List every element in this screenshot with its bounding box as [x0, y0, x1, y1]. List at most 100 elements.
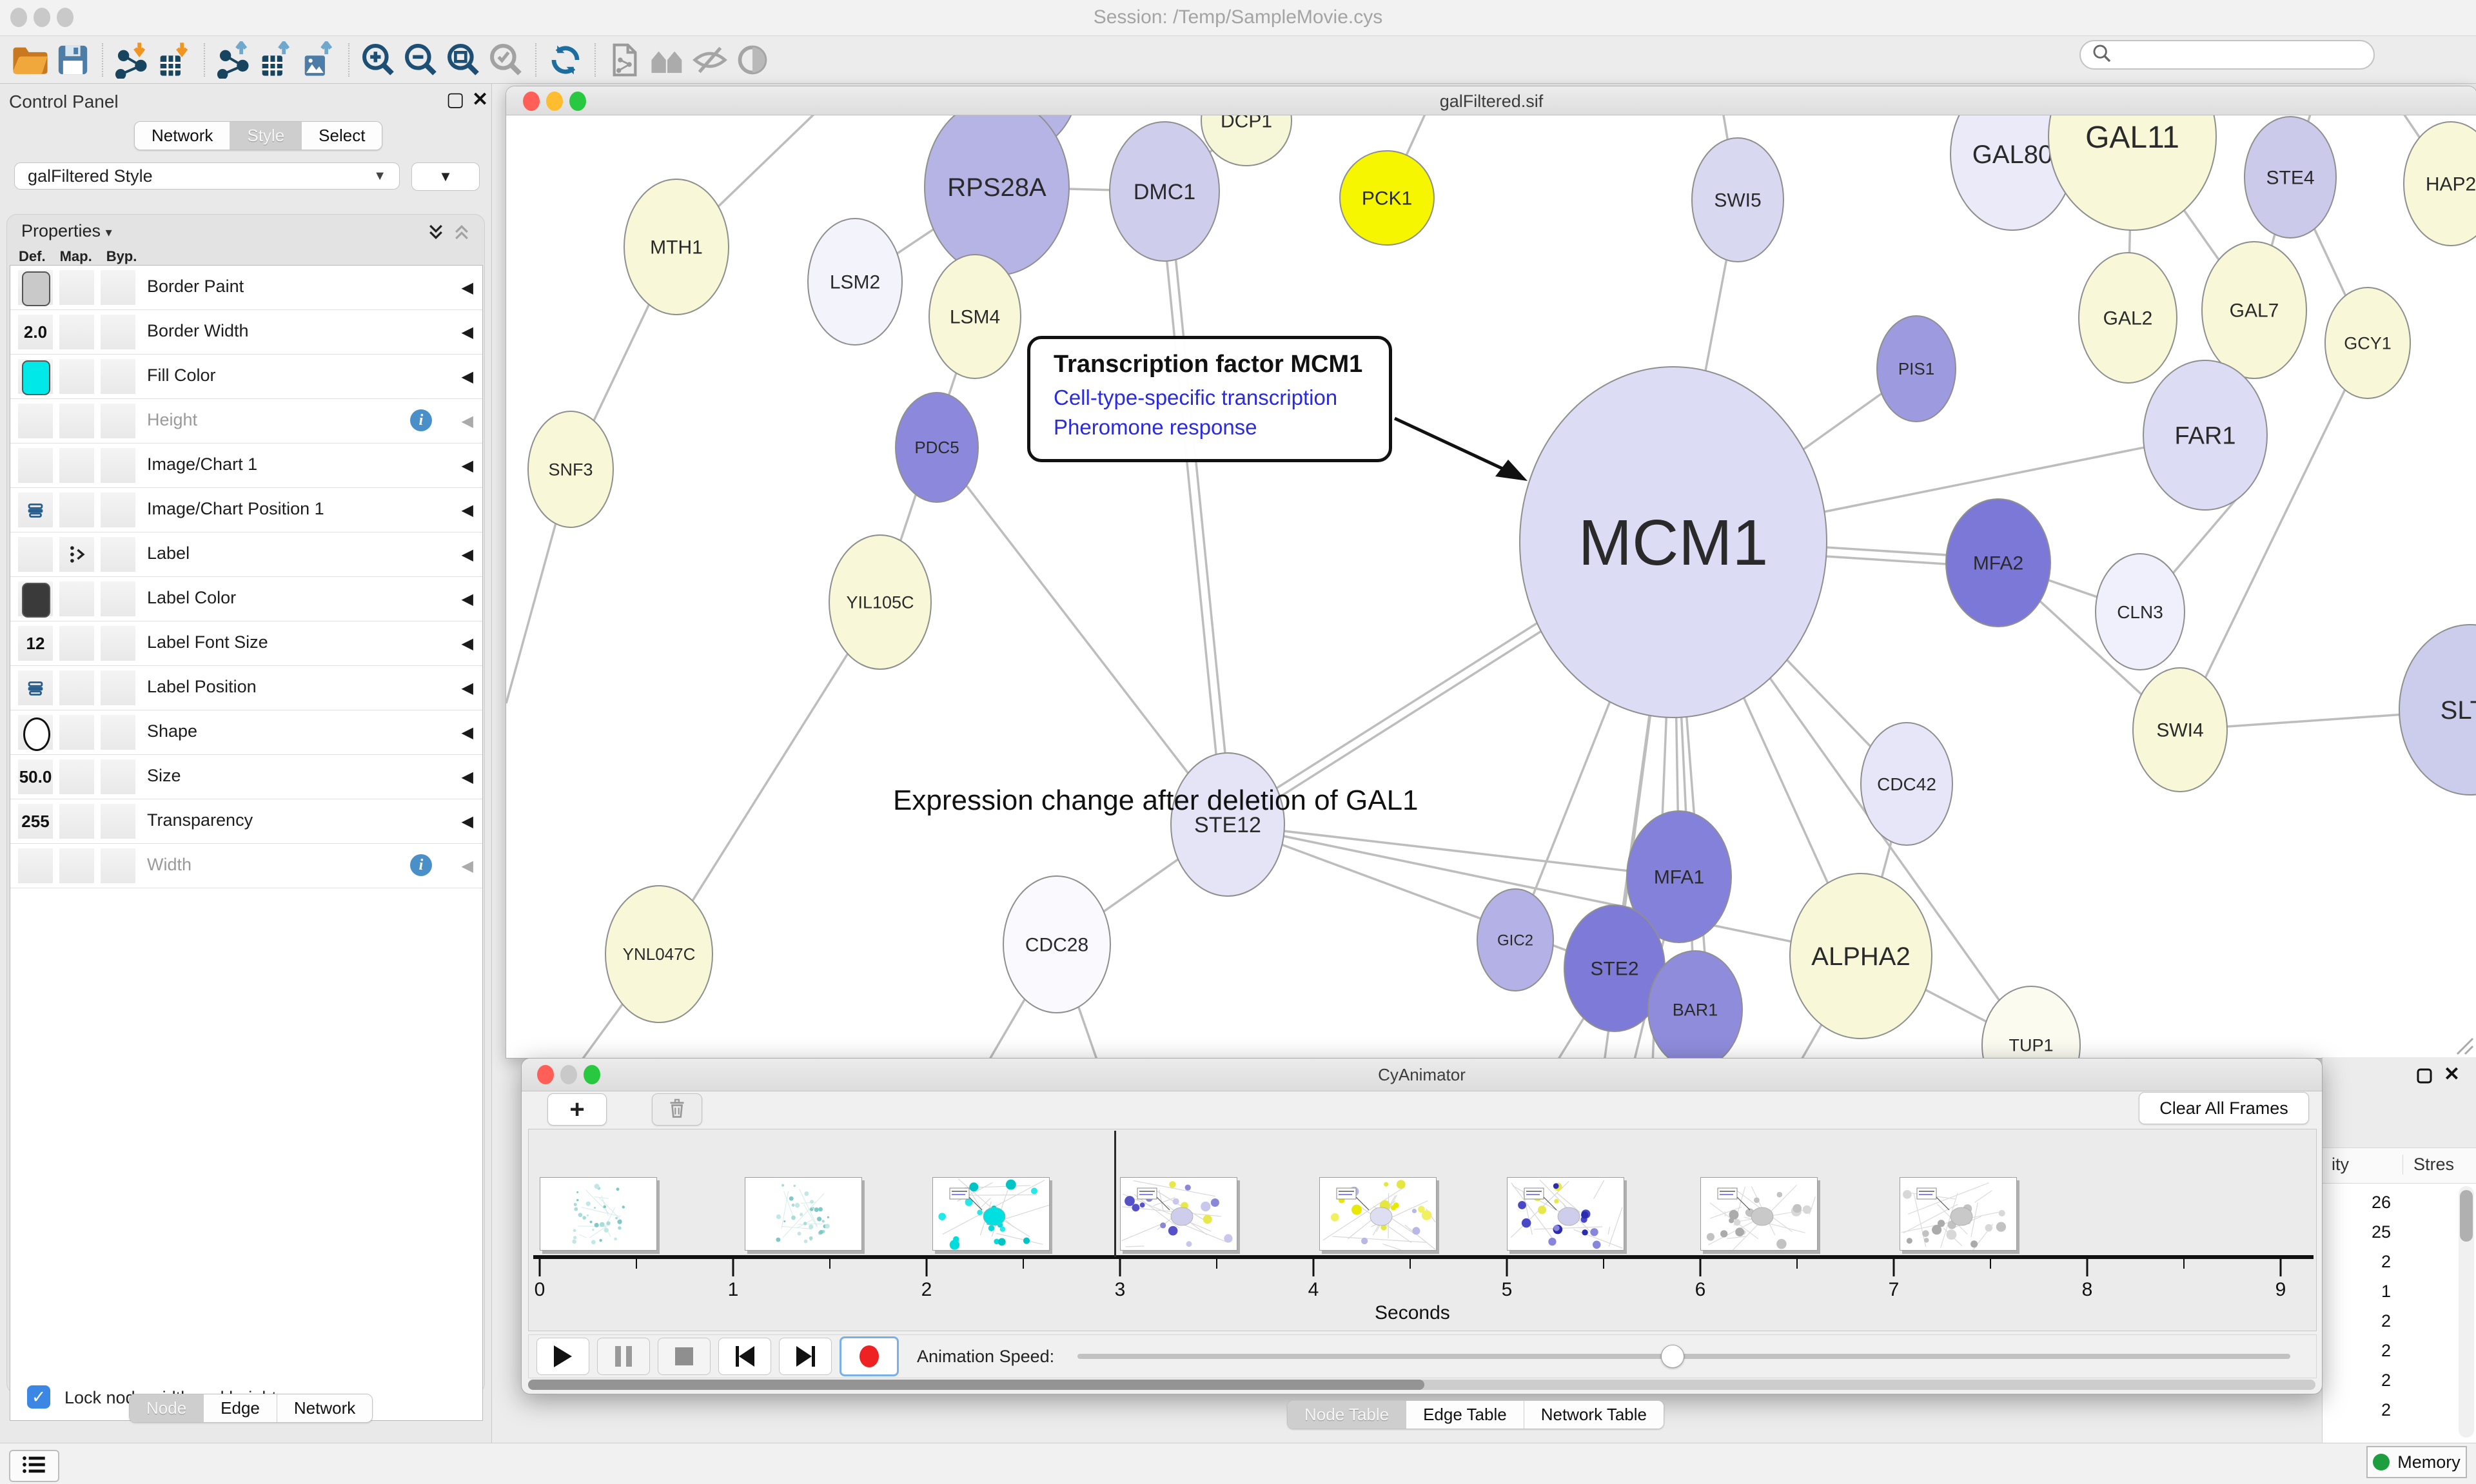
mapping-cell[interactable]	[59, 359, 94, 394]
network-node-YNL047C[interactable]: YNL047C	[605, 886, 712, 1022]
network-node-SWI5[interactable]: SWI5	[1692, 138, 1783, 262]
stop-button[interactable]	[658, 1338, 711, 1375]
tab-edge-style[interactable]: Edge	[204, 1394, 277, 1422]
default-value-cell[interactable]: 50.0	[18, 759, 53, 794]
discrete-mapping-icon[interactable]	[59, 537, 94, 572]
mapping-cell[interactable]	[59, 448, 94, 483]
default-value-cell[interactable]	[18, 404, 53, 438]
network-node-SLT2[interactable]: SLT2	[2399, 625, 2476, 795]
network-node-PIS1[interactable]: PIS1	[1877, 316, 1956, 422]
bypass-cell[interactable]	[101, 315, 135, 349]
pause-button[interactable]	[597, 1338, 650, 1375]
hide-selected-icon[interactable]	[689, 39, 731, 81]
bypass-cell[interactable]	[101, 804, 135, 839]
position-icon[interactable]	[18, 493, 53, 527]
tab-style[interactable]: Style	[230, 122, 302, 150]
default-value-cell[interactable]	[18, 581, 53, 616]
mapping-cell[interactable]	[59, 804, 94, 839]
collapse-all-icon[interactable]	[452, 222, 471, 245]
export-network-icon[interactable]	[213, 39, 255, 81]
property-row-image-chart-1[interactable]: Image/Chart 1◀	[10, 444, 482, 488]
bypass-cell[interactable]	[101, 537, 135, 572]
default-value-cell[interactable]	[18, 359, 53, 394]
mapping-cell[interactable]	[59, 581, 94, 616]
add-frame-button[interactable]: +	[547, 1093, 607, 1126]
column-header-centrality[interactable]: ity	[2332, 1155, 2349, 1175]
timeline-frame-1[interactable]	[540, 1177, 657, 1251]
network-node-PCK1[interactable]: PCK1	[1340, 151, 1434, 245]
network-node-MCM1[interactable]: MCM1	[1520, 367, 1827, 718]
network-node-DCP1[interactable]: DCP1	[1201, 115, 1292, 166]
default-value-cell[interactable]: 2.0	[18, 315, 53, 349]
default-value-cell[interactable]	[18, 848, 53, 883]
tab-node-style[interactable]: Node	[130, 1394, 204, 1422]
network-node-DMC1[interactable]: DMC1	[1110, 122, 1219, 261]
tab-network[interactable]: Network	[135, 122, 230, 150]
resize-grip[interactable]	[2452, 1033, 2474, 1055]
import-network-icon[interactable]	[111, 39, 153, 81]
property-row-border-width[interactable]: 2.0Border Width◀	[10, 310, 482, 355]
network-node-BAR1[interactable]: BAR1	[1648, 951, 1742, 1058]
bypass-cell[interactable]	[101, 670, 135, 705]
bypass-cell[interactable]	[101, 404, 135, 438]
table-cell-value[interactable]: 26	[2323, 1193, 2391, 1213]
timeline-playhead[interactable]	[1114, 1131, 1116, 1257]
timeline-frame-4[interactable]	[1120, 1177, 1237, 1251]
timeline-frame-6[interactable]	[1507, 1177, 1624, 1251]
network-node-HAP2[interactable]: HAP2	[2404, 122, 2476, 246]
style-dropdown[interactable]: galFiltered Style ▼	[14, 162, 400, 190]
default-value-cell[interactable]	[18, 270, 53, 305]
show-all-icon[interactable]	[731, 39, 774, 81]
bypass-cell[interactable]	[101, 359, 135, 394]
bypass-cell[interactable]	[101, 581, 135, 616]
network-node-GCY1[interactable]: GCY1	[2325, 288, 2410, 398]
timeline[interactable]: 0123456789 Seconds	[528, 1129, 2317, 1331]
network-node-CLN3[interactable]: CLN3	[2096, 554, 2185, 670]
default-value-cell[interactable]: 12	[18, 626, 53, 661]
network-file-icon[interactable]	[604, 39, 646, 81]
bypass-cell[interactable]	[101, 715, 135, 750]
expand-property-icon[interactable]: ◀	[462, 634, 473, 653]
expand-all-icon[interactable]	[426, 222, 446, 245]
property-row-size[interactable]: 50.0Size◀	[10, 755, 482, 799]
table-cell-value[interactable]: 25	[2323, 1222, 2391, 1242]
property-row-fill-color[interactable]: Fill Color◀	[10, 355, 482, 399]
property-row-shape[interactable]: Shape◀	[10, 710, 482, 755]
property-row-width[interactable]: Widthi◀	[10, 844, 482, 888]
network-node-FAR1[interactable]: FAR1	[2143, 360, 2267, 510]
zoom-in-icon[interactable]	[357, 39, 400, 81]
slider-knob[interactable]	[1661, 1345, 1684, 1368]
expand-property-icon[interactable]: ◀	[462, 367, 473, 386]
info-icon[interactable]: i	[410, 409, 432, 431]
bypass-cell[interactable]	[101, 448, 135, 483]
table-cell-value[interactable]: 2	[2323, 1252, 2391, 1272]
table-cell-value[interactable]: 2	[2323, 1400, 2391, 1420]
bypass-cell[interactable]	[101, 759, 135, 794]
mapping-cell[interactable]	[59, 270, 94, 305]
position-icon[interactable]	[18, 670, 53, 705]
table-cell-value[interactable]: 2	[2323, 1371, 2391, 1391]
info-icon[interactable]: i	[410, 854, 432, 876]
expand-property-icon[interactable]: ◀	[462, 501, 473, 520]
animation-speed-slider[interactable]	[1077, 1354, 2290, 1359]
property-row-height[interactable]: Heighti◀	[10, 399, 482, 444]
network-node-RPS28A[interactable]: RPS28A	[925, 115, 1069, 275]
zoom-selected-icon[interactable]	[485, 39, 527, 81]
previous-frame-button[interactable]	[718, 1338, 771, 1375]
network-node-SWI4[interactable]: SWI4	[2133, 668, 2227, 792]
search-input[interactable]	[2079, 40, 2375, 70]
network-canvas[interactable]: DCP1DMC1RPS28APCK1MTH1LSM2LSM4SWI5GAL80G…	[506, 115, 2476, 1058]
property-row-label-position[interactable]: Label Position◀	[10, 666, 482, 710]
open-folder-icon[interactable]	[9, 39, 52, 81]
expand-property-icon[interactable]: ◀	[462, 456, 473, 475]
clear-all-frames-button[interactable]: Clear All Frames	[2139, 1092, 2309, 1124]
mapping-cell[interactable]	[59, 715, 94, 750]
network-node-GAL2[interactable]: GAL2	[2079, 253, 2177, 383]
close-panel-icon[interactable]: ✕	[2444, 1065, 2460, 1084]
mapping-cell[interactable]	[59, 315, 94, 349]
property-row-transparency[interactable]: 255Transparency◀	[10, 799, 482, 844]
expand-property-icon[interactable]: ◀	[462, 812, 473, 831]
table-cell-value[interactable]: 1	[2323, 1282, 2391, 1302]
next-frame-button[interactable]	[779, 1338, 832, 1375]
network-node-MTH1[interactable]: MTH1	[624, 179, 729, 315]
